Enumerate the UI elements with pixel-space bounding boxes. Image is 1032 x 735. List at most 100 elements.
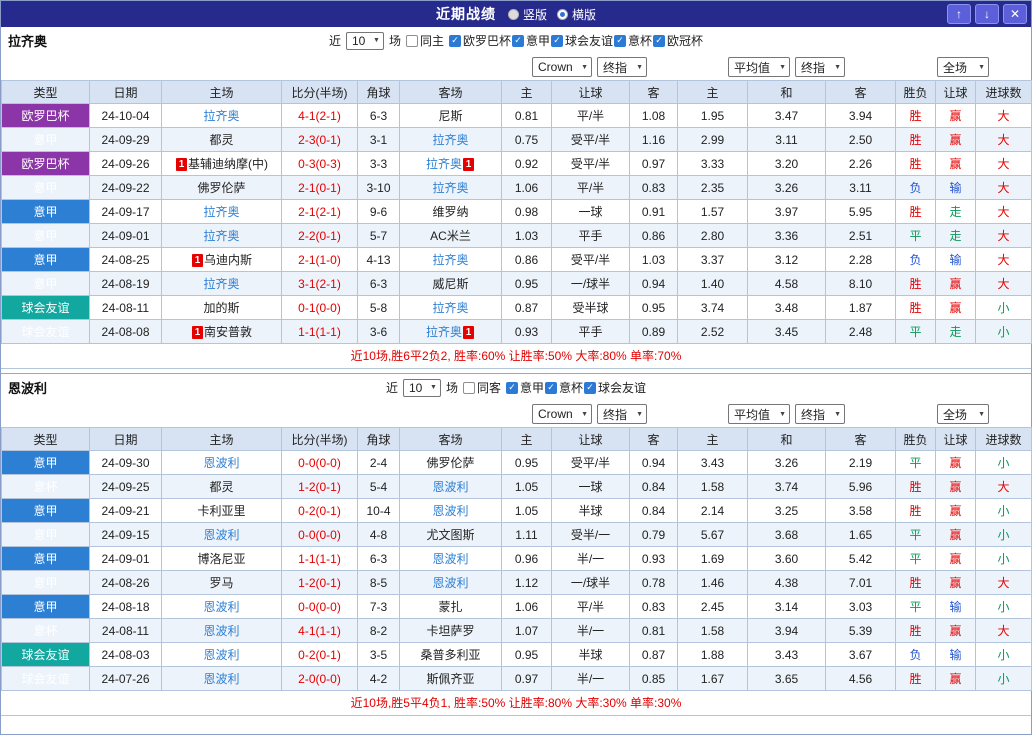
league-filter[interactable]: 意杯 <box>545 379 583 396</box>
league-filter[interactable]: 球会友谊 <box>584 379 646 396</box>
select-value: 终指 <box>603 59 627 76</box>
radio-label: 横版 <box>572 6 596 23</box>
away-team-name: 恩波利 <box>432 480 468 494</box>
corner-cell: 3-3 <box>358 152 400 176</box>
away-team-cell: 恩波利 <box>400 571 502 595</box>
radio-horizontal[interactable]: 横版 <box>557 6 596 23</box>
league-badge: 球会友谊 <box>2 320 90 344</box>
score-cell: 1-2(0-1) <box>282 571 358 595</box>
eu-source-select[interactable]: 平均值▼ <box>728 57 790 77</box>
result-cell: 平 <box>896 320 936 344</box>
away-team-name: 恩波利 <box>432 552 468 566</box>
same-label: 同主 <box>420 32 444 49</box>
same-checkbox[interactable] <box>463 382 475 394</box>
recent-results-window: 近期战绩 竖版横版 ↑ ↓ ✕ 拉齐奥 近 10▼ 场 同主 欧罗巴杯意甲球会友… <box>0 0 1032 735</box>
record-summary: 近10场,胜5平4负1, 胜率:50% 让胜率:80% 大率:30% 单率:30… <box>1 691 1031 716</box>
match-row: 意甲24-09-21卡利亚里0-2(0-1)10-4恩波利1.05半球0.842… <box>2 499 1032 523</box>
recent-count-select[interactable]: 10▼ <box>346 32 384 50</box>
home-team-name: 加的斯 <box>203 301 239 315</box>
column-header: 进球数 <box>976 81 1032 104</box>
ah-away-odds: 0.97 <box>630 152 678 176</box>
scope-select[interactable]: 全场▼ <box>937 57 989 77</box>
checkbox-icon[interactable] <box>614 35 626 47</box>
checkbox-icon[interactable] <box>449 35 461 47</box>
away-team-name: 蒙扎 <box>438 600 462 614</box>
handicap-result-cell: 赢 <box>936 128 976 152</box>
checkbox-icon[interactable] <box>512 35 524 47</box>
home-team-name: 恩波利 <box>203 624 239 638</box>
league-filter[interactable]: 意甲 <box>512 32 550 49</box>
checkbox-icon[interactable] <box>551 35 563 47</box>
scroll-down-button[interactable]: ↓ <box>975 4 999 24</box>
radio-icon[interactable] <box>557 9 568 20</box>
league-filter[interactable]: 欧罗巴杯 <box>449 32 511 49</box>
same-checkbox[interactable] <box>406 35 418 47</box>
ah-home-odds: 0.95 <box>502 272 552 296</box>
away-team-cell: 恩波利 <box>400 499 502 523</box>
match-date: 24-08-11 <box>90 296 162 320</box>
ah-time-select[interactable]: 终指▼ <box>597 57 647 77</box>
eu-home-odds: 1.57 <box>678 200 748 224</box>
league-filter[interactable]: 球会友谊 <box>551 32 613 49</box>
away-team-name: 卡坦萨罗 <box>426 624 474 638</box>
league-badge: 意甲 <box>2 595 90 619</box>
checkbox-icon[interactable] <box>653 35 665 47</box>
result-cell: 胜 <box>896 104 936 128</box>
corner-cell: 9-6 <box>358 200 400 224</box>
eu-time-select[interactable]: 终指▼ <box>795 404 845 424</box>
eu-draw-odds: 3.47 <box>748 104 826 128</box>
chevron-down-icon: ▼ <box>373 37 380 44</box>
bookmaker-select[interactable]: Crown▼ <box>532 57 592 77</box>
table-body: 欧罗巴杯24-10-04拉齐奥4-1(2-1)6-3尼斯0.81平/半1.081… <box>2 104 1032 344</box>
checkbox-icon[interactable] <box>584 382 596 394</box>
home-team-cell: 恩波利 <box>162 643 282 667</box>
recent-label: 近 <box>329 32 341 49</box>
handicap-result-cell: 输 <box>936 643 976 667</box>
same-venue-filter[interactable]: 同客 <box>463 379 501 396</box>
ah-home-odds: 1.12 <box>502 571 552 595</box>
home-team-cell: 罗马 <box>162 571 282 595</box>
match-date: 24-09-01 <box>90 547 162 571</box>
home-team-name: 拉齐奥 <box>203 277 239 291</box>
match-date: 24-08-11 <box>90 619 162 643</box>
ah-time-select[interactable]: 终指▼ <box>597 404 647 424</box>
result-cell: 平 <box>896 523 936 547</box>
radio-vertical[interactable]: 竖版 <box>508 6 547 23</box>
scope-select[interactable]: 全场▼ <box>937 404 989 424</box>
eu-time-select[interactable]: 终指▼ <box>795 57 845 77</box>
ah-home-odds: 0.92 <box>502 152 552 176</box>
goals-cell: 大 <box>976 272 1032 296</box>
goals-cell: 大 <box>976 200 1032 224</box>
match-row: 意甲24-09-01博洛尼亚1-1(1-1)6-3恩波利0.96半/一0.931… <box>2 547 1032 571</box>
match-row: 意杯24-08-11恩波利4-1(1-1)8-2卡坦萨罗1.07半/一0.811… <box>2 619 1032 643</box>
select-value: Crown <box>538 407 573 421</box>
ah-line: 受平/半 <box>552 128 630 152</box>
radio-icon[interactable] <box>508 9 519 20</box>
corner-cell: 5-7 <box>358 224 400 248</box>
score-cell: 4-1(2-1) <box>282 104 358 128</box>
scroll-up-button[interactable]: ↑ <box>947 4 971 24</box>
same-venue-filter[interactable]: 同主 <box>406 32 444 49</box>
ah-home-odds: 1.06 <box>502 595 552 619</box>
checkbox-icon[interactable] <box>545 382 557 394</box>
bookmaker-select[interactable]: Crown▼ <box>532 404 592 424</box>
ah-line: 一/球半 <box>552 571 630 595</box>
column-header: 主场 <box>162 81 282 104</box>
chevron-down-icon: ▼ <box>779 411 786 418</box>
handicap-result-cell: 走 <box>936 320 976 344</box>
eu-home-odds: 3.33 <box>678 152 748 176</box>
eu-source-select[interactable]: 平均值▼ <box>728 404 790 424</box>
eu-draw-odds: 3.74 <box>748 475 826 499</box>
league-filter[interactable]: 意甲 <box>506 379 544 396</box>
result-cell: 平 <box>896 547 936 571</box>
recent-count-select[interactable]: 10▼ <box>403 379 441 397</box>
league-filter[interactable]: 意杯 <box>614 32 652 49</box>
handicap-result-cell: 赢 <box>936 451 976 475</box>
league-filter[interactable]: 欧冠杯 <box>653 32 703 49</box>
close-button[interactable]: ✕ <box>1003 4 1027 24</box>
goals-cell: 小 <box>976 296 1032 320</box>
eu-away-odds: 5.96 <box>826 475 896 499</box>
ah-home-odds: 1.05 <box>502 499 552 523</box>
checkbox-icon[interactable] <box>506 382 518 394</box>
red-card-badge: 1 <box>176 158 187 171</box>
